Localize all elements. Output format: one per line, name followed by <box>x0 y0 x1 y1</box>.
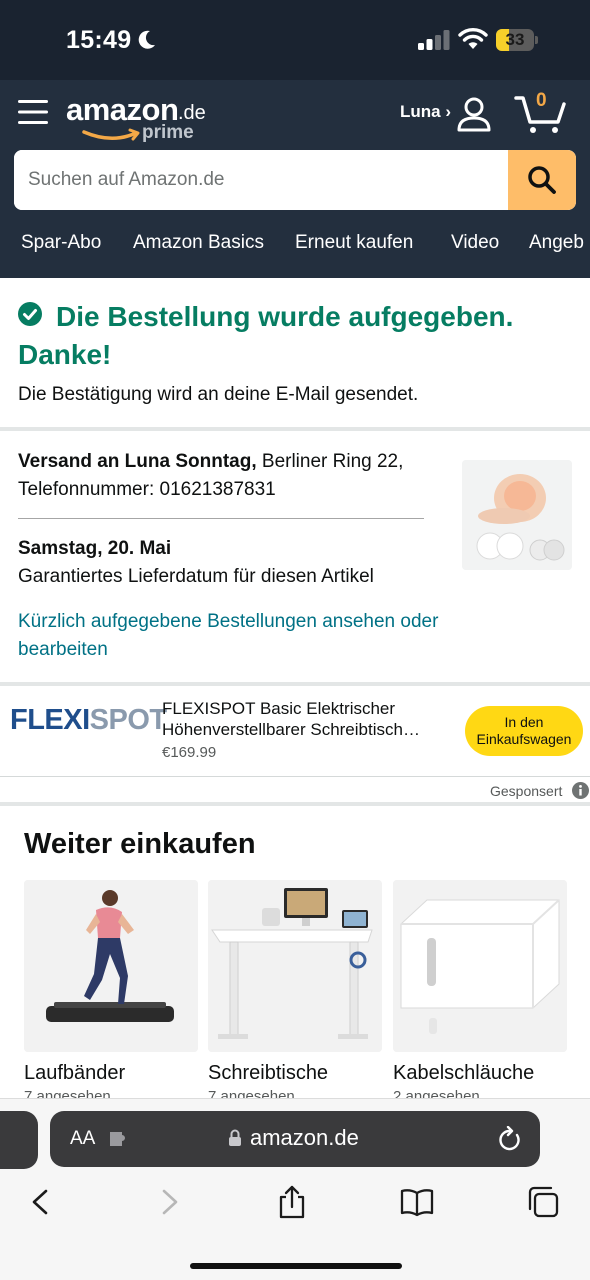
ad-product-title[interactable]: FLEXISPOT Basic Elektrischer Höhenverste… <box>162 698 452 740</box>
cable-box-image <box>393 880 567 1052</box>
order-confirmation: Die Bestellung wurde aufgegeben. Danke! … <box>0 278 590 428</box>
battery-icon: 33 <box>496 29 540 51</box>
continue-shopping: Weiter einkaufen Laufbänder 7 angesehen <box>0 808 590 1108</box>
ad-divider <box>0 776 590 777</box>
back-icon[interactable] <box>24 1185 58 1219</box>
search-input[interactable] <box>14 150 508 210</box>
menu-icon[interactable] <box>18 98 48 126</box>
share-icon[interactable] <box>275 1185 309 1219</box>
shipment-details: Versand an Luna Sonntag, Berliner Ring 2… <box>0 432 590 682</box>
reader-aa-button[interactable]: AA <box>70 1128 95 1150</box>
nav-link-angebote[interactable]: Angeb <box>529 232 584 254</box>
treadmill-image <box>24 880 198 1052</box>
logo-prime: prime <box>142 122 194 143</box>
info-icon[interactable] <box>572 782 589 799</box>
account-link[interactable]: Luna › <box>400 102 451 122</box>
delivery-guarantee: Garantiertes Lieferdatum für diesen Arti… <box>18 566 374 587</box>
confirmation-title: Die Bestellung wurde aufgegeben. Danke! <box>18 301 514 370</box>
shipment-divider <box>18 518 424 519</box>
reload-icon[interactable] <box>498 1126 522 1152</box>
home-indicator <box>190 1263 402 1269</box>
recent-orders-link[interactable]: Kürzlich aufgegebene Bestellungen ansehe… <box>18 608 518 664</box>
continue-shopping-title: Weiter einkaufen <box>24 828 256 860</box>
safari-toolbar: AA amazon.de <box>0 1098 590 1280</box>
nav-link-video[interactable]: Video <box>451 232 499 254</box>
add-to-cart-button[interactable]: In den Einkaufswagen <box>465 706 583 756</box>
moon-icon <box>138 30 155 49</box>
signal-icon <box>418 30 450 50</box>
flexispot-logo: FLEXISPOT <box>10 704 167 736</box>
nav-strip: Spar-Abo Amazon Basics Erneut kaufen Vid… <box>0 228 590 258</box>
tile-label: Schreibtische <box>208 1062 329 1084</box>
sponsored-ad[interactable]: FLEXISPOT FLEXISPOT Basic Elektrischer H… <box>0 686 590 776</box>
tile-label: Laufbänder <box>24 1062 126 1084</box>
tile-label: Kabelschläuche <box>393 1062 535 1084</box>
search-icon <box>528 166 556 194</box>
shipping-address: Versand an Luna Sonntag, Berliner Ring 2… <box>18 448 418 504</box>
address-bar[interactable]: AA amazon.de <box>50 1111 540 1167</box>
lock-icon <box>229 1129 241 1146</box>
user-icon[interactable] <box>456 96 492 132</box>
shipping-recipient: Versand an Luna Sonntag, <box>18 451 257 472</box>
section-divider <box>0 802 590 806</box>
cart-button[interactable]: 0 <box>514 90 566 134</box>
section-divider <box>0 427 590 431</box>
cart-icon <box>514 96 566 133</box>
ad-price: €169.99 <box>162 744 217 761</box>
battery-level: 33 <box>505 30 525 49</box>
search-bar <box>14 150 576 210</box>
product-thumbnail[interactable] <box>462 460 572 570</box>
delivery-date: Samstag, 20. Mai <box>18 538 172 559</box>
nav-link-amazon-basics[interactable]: Amazon Basics <box>133 232 264 254</box>
forward-icon[interactable] <box>152 1185 186 1219</box>
amazon-logo[interactable]: amazon .de prime <box>66 92 216 144</box>
desk-image <box>208 880 382 1052</box>
logo-smile-icon <box>82 128 140 141</box>
previous-tab-preview[interactable] <box>0 1111 38 1169</box>
amazon-header: amazon .de prime Luna › 0 Spar-Abo Amazo… <box>0 80 590 278</box>
sponsored-label: Gesponsert <box>490 783 563 799</box>
bookmarks-icon[interactable] <box>400 1185 434 1219</box>
wifi-icon <box>458 28 488 49</box>
confirmation-subtitle: Die Bestätigung wird an deine E-Mail ges… <box>18 384 419 405</box>
extension-icon[interactable] <box>108 1128 132 1150</box>
search-button[interactable] <box>508 150 576 210</box>
status-bar: 15:49 33 <box>0 0 590 80</box>
url-text[interactable]: amazon.de <box>250 1125 359 1151</box>
status-time: 15:49 <box>66 26 132 54</box>
tabs-icon[interactable] <box>526 1185 560 1219</box>
nav-link-erneut-kaufen[interactable]: Erneut kaufen <box>295 232 413 254</box>
nav-link-spar-abo[interactable]: Spar-Abo <box>21 232 101 254</box>
